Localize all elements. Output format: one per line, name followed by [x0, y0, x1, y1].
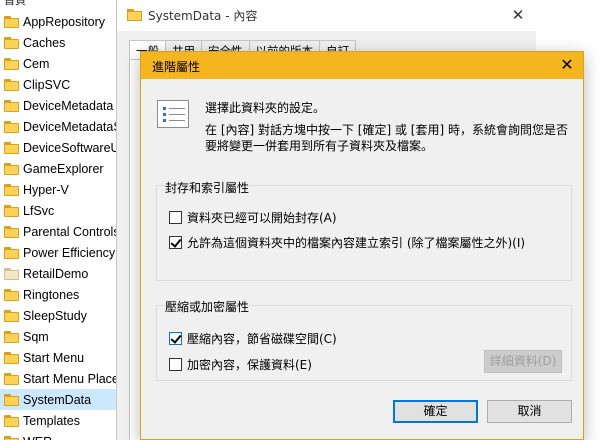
- folder-label: Ringtones: [23, 287, 80, 302]
- folder-item[interactable]: Parental Controls: [0, 221, 116, 242]
- folder-icon: [4, 57, 19, 70]
- folder-item[interactable]: SleepStudy: [0, 305, 116, 326]
- folder-icon: [4, 246, 19, 259]
- archive-option[interactable]: 資料夾已經可以開始封存(A): [169, 209, 337, 226]
- folder-icon: [4, 309, 19, 322]
- folder-label: Cem: [23, 56, 50, 71]
- close-icon[interactable]: ✕: [558, 56, 576, 74]
- folder-icon: [4, 204, 19, 217]
- compress-label: 壓縮內容，節省磁碟空間(C): [187, 332, 337, 346]
- ok-button[interactable]: 確定: [393, 400, 478, 423]
- archive-label: 資料夾已經可以開始封存(A): [187, 211, 337, 225]
- details-button[interactable]: 詳細資料(D): [484, 350, 562, 373]
- archive-index-group: [156, 185, 572, 281]
- folder-label: WER: [23, 435, 52, 440]
- compress-encrypt-group-label: 壓縮或加密屬性: [165, 298, 250, 315]
- advanced-attributes-dialog: 進階屬性 ✕ 選擇此資料夾的設定。 在 [內容] 對話方塊中按一下 [確定] 或…: [140, 51, 584, 440]
- folder-item[interactable]: Templates: [0, 410, 116, 431]
- folder-item[interactable]: ClipSVC: [0, 74, 116, 95]
- encrypt-label: 加密內容，保護資料(E): [187, 358, 312, 372]
- folder-icon: [4, 330, 19, 343]
- folder-icon: [4, 120, 19, 133]
- cancel-button[interactable]: 取消: [487, 400, 572, 423]
- folder-icon: [4, 78, 19, 91]
- folder-label: SystemData: [23, 392, 92, 407]
- folder-label: DeviceSoftwareU: [23, 140, 116, 155]
- dialog-intro: 選擇此資料夾的設定。: [205, 101, 326, 115]
- folder-label: Parental Controls: [23, 224, 116, 239]
- folder-item[interactable]: Power Efficiency: [0, 242, 116, 263]
- folder-icon: [4, 141, 19, 154]
- folder-item[interactable]: Cem: [0, 53, 116, 74]
- folder-icon: [4, 99, 19, 112]
- folder-icon: [4, 393, 19, 406]
- folder-item[interactable]: DeviceMetadata: [0, 95, 116, 116]
- folder-label: Hyper-V: [23, 182, 69, 197]
- folder-label: RetailDemo: [23, 266, 89, 281]
- properties-titlebar: SystemData - 內容 ✕: [117, 0, 537, 31]
- folder-item[interactable]: AppRepository: [0, 11, 116, 32]
- folder-icon: [4, 435, 19, 440]
- folder-label: Start Menu Place: [23, 371, 116, 386]
- folder-item[interactable]: Hyper-V: [0, 179, 116, 200]
- dialog-titlebar: 進階屬性 ✕: [141, 52, 583, 79]
- folder-label: DeviceMetadataS: [23, 119, 116, 134]
- dialog-description: 在 [內容] 對話方塊中按一下 [確定] 或 [套用] 時，系統會詢問您是否要將…: [205, 123, 568, 153]
- folder-item[interactable]: Caches: [0, 32, 116, 53]
- folder-item[interactable]: DeviceMetadataS: [0, 116, 116, 137]
- folder-item[interactable]: GameExplorer: [0, 158, 116, 179]
- folder-label: Templates: [23, 413, 80, 428]
- folder-label: SleepStudy: [23, 308, 87, 323]
- folder-label: AppRepository: [23, 14, 105, 29]
- encrypt-option[interactable]: 加密內容，保護資料(E): [169, 356, 312, 373]
- folder-icon: [4, 372, 19, 385]
- folder-icon: [4, 225, 19, 238]
- encrypt-checkbox[interactable]: [169, 358, 182, 371]
- folder-label: DeviceMetadata: [23, 98, 114, 113]
- folder-icon: [4, 351, 19, 364]
- settings-list-icon: [157, 100, 189, 128]
- folder-icon: [4, 183, 19, 196]
- folder-label: Power Efficiency: [23, 245, 116, 260]
- index-checkbox[interactable]: [169, 236, 182, 249]
- folder-item[interactable]: Sqm: [0, 326, 116, 347]
- folder-icon: [4, 267, 19, 280]
- dialog-title: 進階屬性: [152, 60, 201, 74]
- folder-icon: [4, 288, 19, 301]
- properties-title: SystemData - 內容: [148, 9, 258, 23]
- folder-icon: [4, 414, 19, 427]
- archive-checkbox[interactable]: [169, 211, 182, 224]
- close-icon[interactable]: ✕: [509, 6, 527, 24]
- folder-icon: [4, 162, 19, 175]
- compress-checkbox[interactable]: [169, 332, 182, 345]
- folder-label: LfSvc: [23, 203, 55, 218]
- folder-item[interactable]: SystemData: [0, 389, 116, 410]
- folder-label: Sqm: [23, 329, 49, 344]
- index-option[interactable]: 允許為這個資料夾中的檔案內容建立索引 (除了檔案屬性之外)(I): [169, 234, 525, 251]
- folder-item[interactable]: Ringtones: [0, 284, 116, 305]
- folder-label: Caches: [23, 35, 66, 50]
- folder-item[interactable]: DeviceSoftwareU: [0, 137, 116, 158]
- index-label: 允許為這個資料夾中的檔案內容建立索引 (除了檔案屬性之外)(I): [187, 236, 526, 250]
- folder-icon: [4, 15, 19, 28]
- compress-option[interactable]: 壓縮內容，節省磁碟空間(C): [169, 330, 337, 347]
- folder-icon: [127, 9, 142, 21]
- folder-label: Start Menu: [23, 350, 85, 365]
- folder-label: GameExplorer: [23, 161, 104, 176]
- folder-item[interactable]: LfSvc: [0, 200, 116, 221]
- folder-item[interactable]: Start Menu: [0, 347, 116, 368]
- folder-list: 首頁 AppRepository Caches Cem ClipSVC DeviceMe…: [0, 0, 116, 440]
- folder-item[interactable]: Start Menu Place: [0, 368, 116, 389]
- folder-icon: [4, 36, 19, 49]
- folder-item[interactable]: WER: [0, 431, 116, 440]
- folder-item[interactable]: RetailDemo: [0, 263, 116, 284]
- archive-index-group-label: 封存和索引屬性: [165, 179, 250, 196]
- folder-label: ClipSVC: [23, 77, 71, 92]
- folder-list-header: 首頁: [4, 0, 26, 7]
